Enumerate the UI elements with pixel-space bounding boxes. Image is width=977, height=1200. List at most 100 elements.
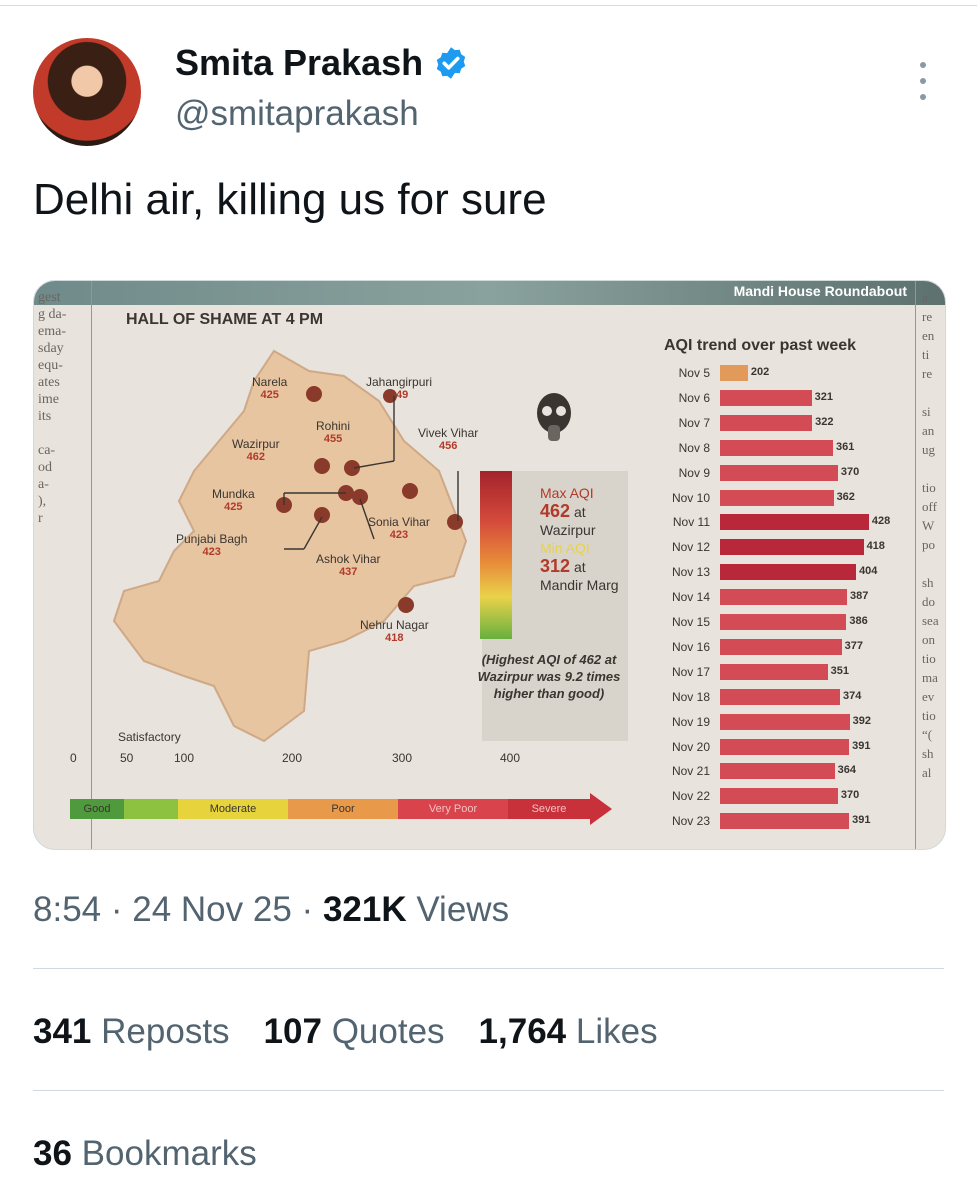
- bar: [720, 514, 869, 531]
- bar-value-label: 202: [750, 366, 770, 378]
- max-label: Max AQI: [540, 485, 594, 501]
- bar-value-label: 391: [852, 814, 871, 827]
- bar-category-label: Nov 6: [678, 390, 710, 405]
- author-name[interactable]: Smita Prakash: [175, 42, 423, 84]
- tweet-date[interactable]: 24 Nov 25: [132, 890, 292, 929]
- side-text-line: [922, 460, 945, 479]
- more-vertical-icon[interactable]: [914, 62, 932, 100]
- bar-row: Nov 12 418: [656, 535, 886, 559]
- bar-category-label: Nov 21: [671, 764, 710, 779]
- scale-band-severe: Severe: [508, 799, 590, 819]
- trend-chart-title: AQI trend over past week: [664, 337, 857, 354]
- scale-tick: 400: [500, 751, 521, 765]
- verified-badge-icon: [436, 47, 466, 79]
- scale-band-satisfactory: [124, 799, 178, 819]
- min-at: at: [573, 559, 586, 575]
- scale-tick: 300: [392, 751, 413, 765]
- bar: [720, 564, 857, 581]
- avatar[interactable]: [33, 38, 141, 146]
- side-text-line: [922, 555, 945, 574]
- views-count: 321K: [322, 890, 407, 929]
- bar-value-label: 387: [849, 590, 869, 603]
- scale-band-very-poor: Very Poor: [398, 799, 508, 819]
- side-text-line: tio: [922, 651, 936, 666]
- bar-value-label: 374: [843, 689, 862, 702]
- scale-satisfactory-label: Satisfactory: [118, 730, 181, 744]
- likes-link[interactable]: 1,764 Likes: [479, 1012, 658, 1052]
- bar-value-label: 370: [840, 789, 860, 802]
- bar-value-label: 370: [840, 465, 860, 478]
- bar: [720, 738, 850, 755]
- aqi-scale-bar: Good Moderate Poor Very Poor Severe: [70, 799, 590, 819]
- bar-value-label: 428: [871, 515, 891, 528]
- scale-band-good: Good: [70, 799, 124, 819]
- bar: [720, 688, 840, 705]
- bar-row: Nov 17 351: [656, 660, 886, 684]
- bar-row: Nov 14 387: [656, 585, 886, 609]
- tweet-image[interactable]: Mandi House Roundabout gest g da-ema-sday…: [33, 280, 946, 850]
- max-value: 462: [540, 501, 571, 521]
- bar-value-label: 418: [866, 540, 885, 553]
- side-text-line: re: [922, 366, 933, 381]
- bar-row: Nov 13 404: [656, 560, 886, 584]
- gas-mask-icon: [537, 393, 571, 441]
- scale-tick: 50: [120, 751, 134, 765]
- side-text-line: ti: [922, 347, 930, 362]
- bar-value-label: 392: [852, 714, 871, 727]
- side-text-line: [922, 384, 945, 403]
- bar-category-label: Nov 19: [671, 714, 710, 729]
- side-text-line: tio: [922, 708, 936, 723]
- bar: [720, 663, 828, 680]
- bar: [720, 489, 834, 506]
- bar-category-label: Nov 14: [671, 590, 710, 605]
- scale-tick: 100: [174, 751, 195, 765]
- side-text-line: “(: [922, 727, 933, 742]
- tweet-meta: 8:54 · 24 Nov 25 · 321K Views: [33, 890, 510, 929]
- quotes-link[interactable]: 107 Quotes: [264, 1012, 445, 1052]
- tweet-time[interactable]: 8:54: [33, 890, 101, 929]
- bar-category-label: Nov 9: [678, 465, 710, 480]
- bar-category-label: Nov 10: [671, 490, 710, 505]
- scale-tick: 200: [282, 751, 303, 765]
- bar: [720, 439, 834, 456]
- bar-value-label: 351: [830, 664, 850, 677]
- bar: [720, 788, 838, 805]
- bar-row: Nov 23 391: [656, 809, 886, 833]
- highlight-note: (Highest AQI of 462 at Wazirpur was 9.2 …: [477, 652, 621, 701]
- bar-row: Nov 15 386: [656, 610, 886, 634]
- author-name-row[interactable]: Smita Prakash: [175, 42, 469, 84]
- bookmarks-link[interactable]: 36 Bookmarks: [33, 1134, 257, 1174]
- bar-row: Nov 5 202: [656, 361, 886, 385]
- bar: [720, 813, 850, 830]
- scale-band-moderate: Moderate: [178, 799, 288, 819]
- min-value: 312: [540, 556, 571, 576]
- side-text-line: an: [922, 423, 935, 438]
- bar-category-label: Nov 13: [671, 565, 710, 580]
- views-label: Views: [416, 890, 510, 929]
- author-handle[interactable]: @smitaprakash: [175, 94, 419, 134]
- reposts-link[interactable]: 341 Reposts: [33, 1012, 230, 1052]
- bar-category-label: Nov 8: [678, 440, 710, 455]
- bar: [720, 763, 835, 780]
- bar: [720, 464, 838, 481]
- side-text-line: en: [922, 328, 935, 343]
- scale-tick: 0: [70, 751, 77, 765]
- side-text-line: al: [922, 765, 932, 780]
- divider: [33, 968, 944, 969]
- tweet-text: Delhi air, killing us for sure: [33, 175, 547, 224]
- bar-category-label: Nov 7: [678, 415, 710, 430]
- bar-value-label: 362: [836, 490, 855, 503]
- side-text-line: si: [922, 404, 931, 419]
- bar-row: Nov 19 392: [656, 710, 886, 734]
- bar-row: Nov 8 361: [656, 436, 886, 460]
- top-divider: [0, 0, 977, 6]
- max-place: Wazirpur: [540, 522, 596, 538]
- bar-row: Nov 7 322: [656, 411, 886, 435]
- bar-category-label: Nov 20: [671, 739, 710, 754]
- bar-value-label: 361: [836, 440, 855, 453]
- bar-value-label: 386: [849, 615, 868, 627]
- divider: [33, 1090, 944, 1091]
- bar: [720, 638, 842, 655]
- bar-value-label: 377: [844, 639, 863, 652]
- bar-category-label: Nov 15: [671, 615, 710, 629]
